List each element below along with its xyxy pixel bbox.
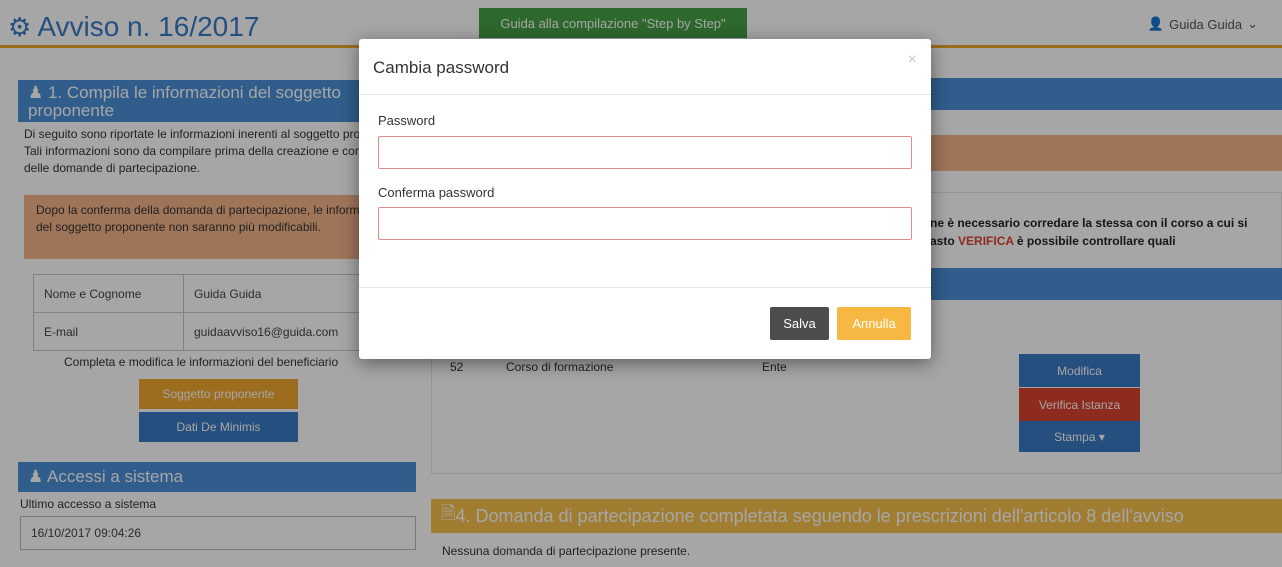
- password-input[interactable]: [378, 136, 912, 169]
- modal-header: Cambia password ×: [359, 39, 931, 95]
- change-password-modal: Cambia password × Password Conferma pass…: [359, 39, 931, 359]
- cancel-button[interactable]: Annulla: [837, 307, 911, 340]
- modal-title: Cambia password: [373, 58, 510, 77]
- save-button[interactable]: Salva: [770, 307, 829, 340]
- confirm-password-input[interactable]: [378, 207, 912, 240]
- modal-footer: Salva Annulla: [359, 287, 931, 359]
- confirm-password-label: Conferma password: [378, 185, 495, 200]
- password-label: Password: [378, 113, 436, 128]
- close-icon[interactable]: ×: [908, 51, 917, 69]
